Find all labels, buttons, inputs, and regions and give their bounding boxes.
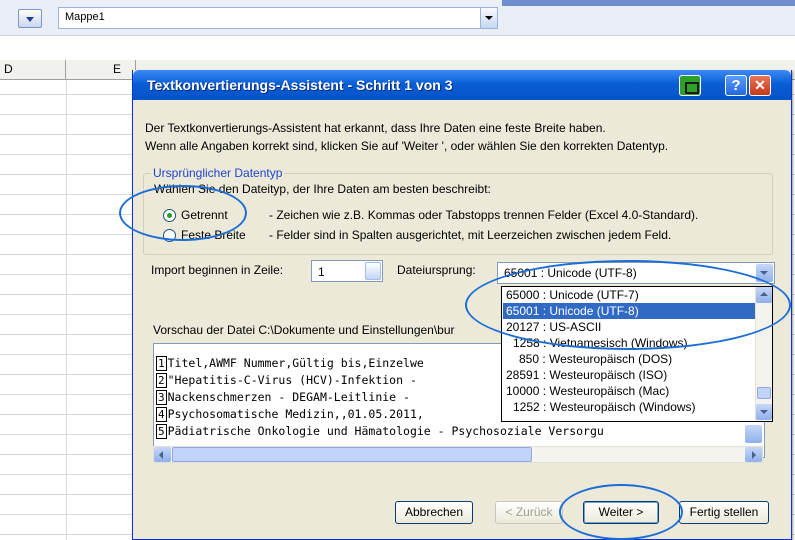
close-button[interactable]: ✕ bbox=[749, 75, 771, 96]
preview-row: 2 "Hepatitis-C-Virus (HCV)-Infektion - bbox=[156, 373, 417, 388]
radio-fixed-width-desc: - Felder sind in Spalten ausgerichtet, m… bbox=[269, 228, 672, 242]
radio-fixed-width-label[interactable]: Feste Breite bbox=[181, 228, 246, 242]
import-row-value: 1 bbox=[318, 265, 325, 279]
back-button[interactable]: < Zurück bbox=[495, 501, 563, 524]
origin-option-selected[interactable]: 65001 : Unicode (UTF-8) bbox=[503, 303, 755, 319]
column-header-e[interactable]: E bbox=[66, 60, 136, 79]
next-button[interactable]: Weiter > bbox=[583, 501, 659, 524]
preview-row: 1 Titel,AWMF Nummer,Gültig bis,Einzelwe bbox=[156, 356, 424, 371]
scroll-up-icon[interactable] bbox=[756, 287, 772, 303]
chevron-down-icon[interactable] bbox=[480, 8, 497, 28]
file-origin-label: Dateiursprung: bbox=[397, 263, 476, 277]
origin-option[interactable]: 1252 : Westeuropäisch (Windows) bbox=[503, 399, 755, 415]
origin-option[interactable]: 20127 : US-ASCII bbox=[503, 319, 755, 335]
origin-option[interactable]: 1258 : Vietnamesisch (Windows) bbox=[503, 335, 755, 351]
workbook-name: Mappe1 bbox=[65, 11, 105, 23]
cancel-button[interactable]: Abbrechen bbox=[395, 501, 473, 524]
origin-option[interactable]: 65000 : Unicode (UTF-7) bbox=[503, 287, 755, 303]
scroll-thumb[interactable] bbox=[172, 447, 532, 462]
preview-row: 3 Nackenschmerzen - DEGAM-Leitlinie - bbox=[156, 390, 410, 405]
dropdown-scrollbar[interactable] bbox=[755, 287, 772, 421]
title-strip bbox=[502, 0, 795, 6]
preview-row: 5 Pädiatrische Onkologie und Hämatologie … bbox=[156, 424, 604, 439]
scroll-thumb[interactable] bbox=[757, 387, 771, 399]
column-header-d[interactable]: D bbox=[0, 60, 66, 79]
preview-label: Vorschau der Datei C:\Dokumente und Eins… bbox=[153, 323, 455, 337]
preview-scroll-down-icon[interactable] bbox=[745, 425, 762, 443]
file-origin-value: 65001 : Unicode (UTF-8) bbox=[504, 266, 637, 280]
import-row-label: Import beginnen in Zeile: bbox=[151, 263, 284, 277]
printer-icon[interactable] bbox=[679, 75, 701, 96]
origin-option[interactable]: 28591 : Westeuropäisch (ISO) bbox=[503, 367, 755, 383]
group-label: Ursprünglicher Datentyp bbox=[151, 166, 285, 180]
file-origin-dropdown-list[interactable]: 65000 : Unicode (UTF-7) 65001 : Unicode … bbox=[501, 286, 773, 422]
dialog-title: Textkonvertierungs-Assistent - Schritt 1… bbox=[147, 77, 453, 93]
group-prompt: Wählen Sie den Dateityp, der Ihre Daten … bbox=[154, 182, 491, 196]
workbook-combo[interactable]: Mappe1 bbox=[58, 7, 498, 29]
origin-option[interactable]: 10000 : Westeuropäisch (Mac) bbox=[503, 383, 755, 399]
file-origin-select[interactable]: 65001 : Unicode (UTF-8) bbox=[497, 262, 775, 284]
chevron-down-icon[interactable] bbox=[756, 264, 773, 282]
preview-horizontal-scrollbar[interactable] bbox=[153, 446, 763, 463]
finish-button[interactable]: Fertig stellen bbox=[679, 501, 769, 524]
scroll-right-icon[interactable] bbox=[745, 447, 762, 462]
dialog-titlebar: Textkonvertierungs-Assistent - Schritt 1… bbox=[133, 70, 791, 100]
text-import-wizard-dialog: Textkonvertierungs-Assistent - Schritt 1… bbox=[119, 70, 792, 540]
origin-option[interactable]: 850 : Westeuropäisch (DOS) bbox=[503, 351, 755, 367]
toolbar-dropdown-icon[interactable] bbox=[18, 9, 42, 28]
scroll-down-icon[interactable] bbox=[756, 404, 772, 420]
radio-delimited-label[interactable]: Getrennt bbox=[181, 208, 228, 222]
spinner-arrows-icon[interactable] bbox=[365, 262, 381, 280]
preview-row: 4 Psychosomatische Medizin,,01.05.2011, bbox=[156, 407, 424, 422]
intro-text-2: Wenn alle Angaben korrekt sind, klicken … bbox=[145, 139, 669, 153]
radio-delimited-desc: - Zeichen wie z.B. Kommas oder Tabstopps… bbox=[269, 208, 699, 222]
import-row-spinner[interactable]: 1 bbox=[311, 260, 383, 282]
scroll-left-icon[interactable] bbox=[154, 447, 171, 462]
radio-delimited[interactable] bbox=[163, 209, 176, 222]
radio-fixed-width[interactable] bbox=[163, 229, 176, 242]
intro-text-1: Der Textkonvertierungs-Assistent hat erk… bbox=[145, 121, 606, 135]
help-button[interactable]: ? bbox=[725, 75, 747, 96]
